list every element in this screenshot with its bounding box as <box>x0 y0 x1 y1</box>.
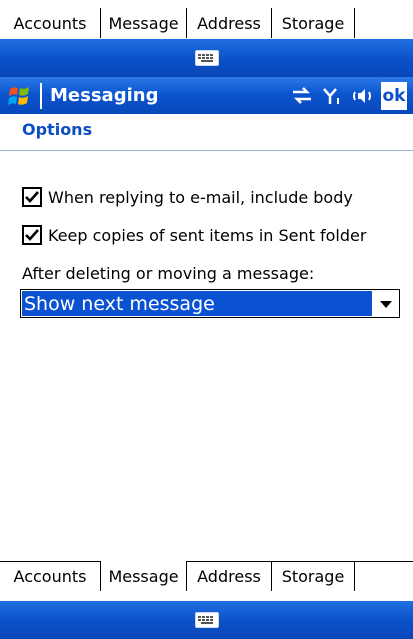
chevron-down-icon[interactable] <box>373 290 399 317</box>
header-divider <box>0 150 413 151</box>
tab-address[interactable]: Address <box>186 561 271 591</box>
checkmark-icon <box>25 229 39 241</box>
speaker-icon[interactable] <box>351 85 373 107</box>
keep-copies-row[interactable]: Keep copies of sent items in Sent folder <box>22 225 366 245</box>
tab-message[interactable]: Message <box>100 561 186 591</box>
keep-copies-label: Keep copies of sent items in Sent folder <box>48 225 367 245</box>
dropdown-selected-value[interactable]: Show next message <box>22 291 372 316</box>
signal-icon[interactable] <box>321 85 343 107</box>
ok-button[interactable]: ok <box>381 81 407 110</box>
after-delete-label: After deleting or moving a message: <box>22 264 315 283</box>
tab-storage[interactable]: Storage <box>271 561 354 591</box>
status-icons: ok <box>291 81 407 110</box>
options-header: Options <box>22 120 93 139</box>
checkmark-icon <box>25 191 39 203</box>
tab-strip-filler-top <box>354 8 413 38</box>
tab-accounts[interactable]: Accounts <box>0 561 100 591</box>
tab-storage-top[interactable]: Storage <box>271 8 354 38</box>
keep-copies-checkbox[interactable] <box>22 225 42 245</box>
include-body-checkbox[interactable] <box>22 187 42 207</box>
input-panel-bar-top <box>0 39 413 77</box>
page-title: Messaging <box>50 85 159 106</box>
input-panel-bar-bottom <box>0 601 413 639</box>
after-delete-dropdown[interactable]: Show next message <box>20 289 400 318</box>
tab-strip-filler <box>354 561 413 591</box>
keyboard-icon[interactable] <box>194 612 219 628</box>
tab-accounts-top[interactable]: Accounts <box>0 8 100 38</box>
bottom-tab-strip: Accounts Message Address Storage <box>0 561 413 591</box>
tab-address-top[interactable]: Address <box>186 8 271 38</box>
title-separator <box>40 82 42 109</box>
title-bar: Messaging ok <box>0 77 413 114</box>
windows-start-icon[interactable] <box>0 77 40 114</box>
keyboard-icon[interactable] <box>194 50 219 66</box>
include-body-label: When replying to e-mail, include body <box>48 187 353 207</box>
top-tab-strip: Accounts Message Address Storage <box>0 8 413 38</box>
include-body-row[interactable]: When replying to e-mail, include body <box>22 187 353 207</box>
connectivity-icon[interactable] <box>291 85 313 107</box>
tab-message-top[interactable]: Message <box>100 8 186 38</box>
